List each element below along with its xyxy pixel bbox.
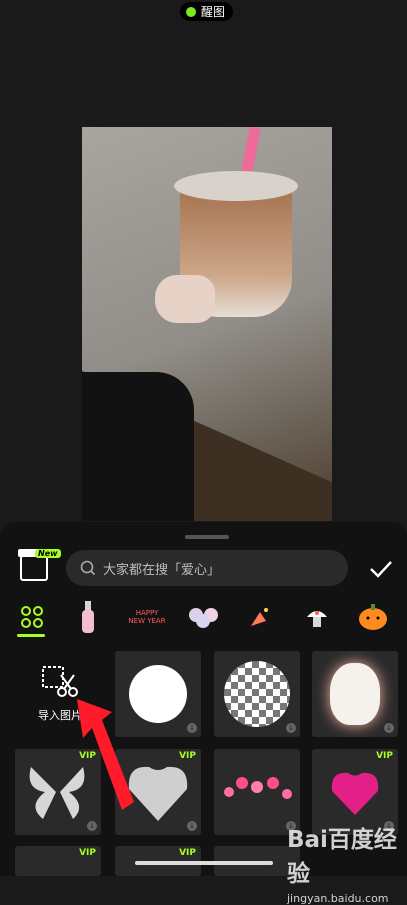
tab-pumpkin[interactable] xyxy=(353,597,393,637)
mosaic-circle-icon xyxy=(224,661,290,727)
sticker-category-tabs: HAPPY NEW YEAR xyxy=(0,597,407,641)
vip-badge: VIP xyxy=(376,751,393,761)
home-indicator[interactable] xyxy=(135,861,273,865)
arm xyxy=(82,372,194,521)
tab-balloons[interactable] xyxy=(184,597,224,637)
download-icon: ↓ xyxy=(187,723,197,733)
status-dot-icon xyxy=(186,6,196,17)
new-badge: New xyxy=(35,549,61,558)
red-arrow-annotation xyxy=(77,699,134,810)
cup-lid xyxy=(174,171,298,201)
download-icon: ↓ xyxy=(384,723,394,733)
sticker-store-icon[interactable] xyxy=(18,549,50,581)
hand xyxy=(155,275,215,323)
search-input[interactable]: 大家都在搜「爱心」 xyxy=(103,559,220,578)
download-icon: ↓ xyxy=(87,821,97,831)
grid-circles-icon xyxy=(21,606,43,628)
bunny-icon xyxy=(330,663,380,725)
balloons-icon xyxy=(189,608,218,628)
watermark-url: jingyan.baidu.com xyxy=(287,892,389,905)
sticker-pink-rose[interactable]: VIP xyxy=(15,846,101,876)
new-year-icon: HAPPY NEW YEAR xyxy=(128,609,166,625)
photo-preview[interactable] xyxy=(82,127,332,521)
vip-badge: VIP xyxy=(179,751,196,761)
party-icon xyxy=(251,608,268,626)
app-title-label: 醒图 xyxy=(201,5,226,19)
watermark-brand: Bai百度经验 xyxy=(287,827,397,887)
vip-badge: VIP xyxy=(179,848,196,858)
sticker-mosaic-circle[interactable]: ↓ xyxy=(214,651,300,737)
white-circle-icon xyxy=(129,665,187,723)
download-icon: ↓ xyxy=(286,723,296,733)
tab-new-year[interactable]: HAPPY NEW YEAR xyxy=(127,597,167,637)
tab-mushroom[interactable] xyxy=(297,597,337,637)
sticker-bunny[interactable]: ↓ xyxy=(312,651,398,737)
tab-underline xyxy=(17,634,45,637)
baidu-watermark: Bai百度经验 jingyan.baidu.com xyxy=(287,820,405,905)
search-icon xyxy=(80,560,96,576)
bottle-icon xyxy=(82,601,94,633)
confirm-check-icon[interactable] xyxy=(368,556,394,582)
search-bar[interactable]: 大家都在搜「爱心」 xyxy=(66,550,348,586)
app-title-pill: 醒图 xyxy=(180,2,233,21)
sheet-grabber[interactable] xyxy=(185,535,229,539)
mushroom-icon xyxy=(307,611,327,627)
tab-party[interactable] xyxy=(240,597,280,637)
tab-bottle[interactable] xyxy=(68,597,108,637)
vip-badge: VIP xyxy=(79,848,96,858)
tab-recent[interactable] xyxy=(12,597,52,637)
pumpkin-icon xyxy=(359,604,387,630)
download-icon: ↓ xyxy=(187,821,197,831)
